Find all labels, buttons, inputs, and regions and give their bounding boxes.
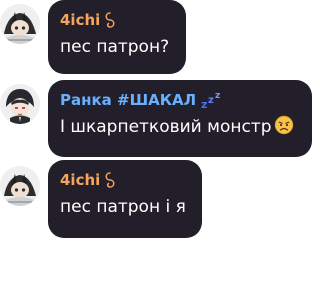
- sleeping-zzz-icon: z z z: [200, 90, 224, 110]
- infinity-curl-icon: [104, 172, 116, 188]
- svg-text:z: z: [215, 91, 220, 101]
- author-name[interactable]: 4ichi: [60, 9, 100, 31]
- svg-text:z: z: [208, 95, 214, 106]
- message-text-content: І шкарпетковий монстр: [60, 117, 272, 137]
- angry-face-emoji: [274, 115, 294, 142]
- infinity-curl-icon: [104, 12, 116, 28]
- avatar[interactable]: [0, 166, 40, 206]
- message-bubble: 4ichi пес патрон і я: [48, 160, 202, 238]
- message-text: пес патрон і я: [60, 197, 186, 217]
- avatar[interactable]: [0, 4, 40, 44]
- author-name[interactable]: Ранка #ШАКАЛ: [60, 89, 196, 111]
- message-bubble: 4ichi пес патрон?: [48, 0, 186, 74]
- svg-text:z: z: [201, 98, 207, 110]
- chat-thread: 4ichi пес патрон? Ранка #ШАКАЛ z z z І ш…: [0, 0, 320, 290]
- message-text: І шкарпетковий монстр: [60, 115, 300, 142]
- message-bubble: Ранка #ШАКАЛ z z z І шкарпетковий монстр: [48, 80, 312, 157]
- author-name[interactable]: 4ichi: [60, 169, 100, 191]
- message-text: пес патрон?: [60, 37, 170, 57]
- avatar[interactable]: [0, 84, 40, 124]
